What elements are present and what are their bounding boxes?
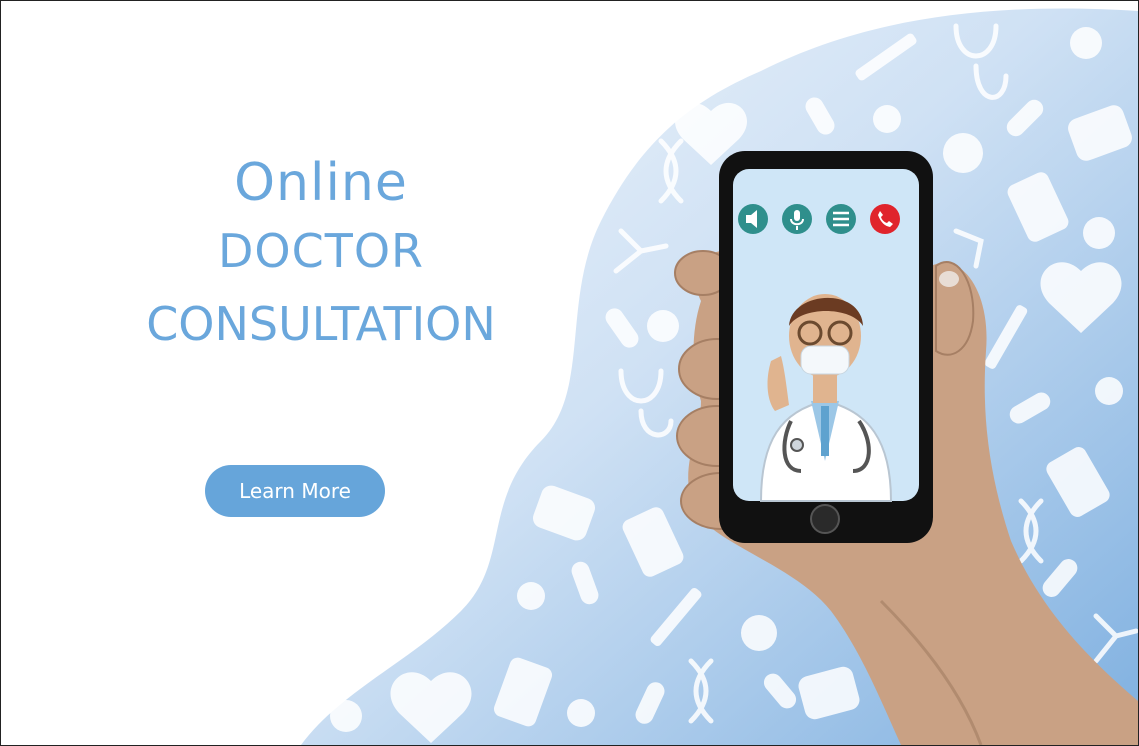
stethoscope-icon <box>953 23 1009 100</box>
speaker-button[interactable] <box>738 204 768 234</box>
first-aid-kit-icon <box>798 666 860 720</box>
tablet-icon <box>873 105 901 133</box>
learn-more-button[interactable]: Learn More <box>205 465 385 517</box>
tablet-icon <box>647 310 679 342</box>
medical-icon-pattern <box>330 23 1138 745</box>
tablet-icon <box>943 133 983 173</box>
hang-up-button[interactable] <box>870 204 900 234</box>
page: Online DOCTOR CONSULTATION Learn More <box>0 0 1139 746</box>
microphone-icon <box>794 210 800 221</box>
dna-icon <box>658 138 684 204</box>
pill-icon <box>1009 392 1051 424</box>
medicine-bottle-icon <box>622 507 684 577</box>
molecule-icon <box>953 228 984 269</box>
tablet-icon <box>567 699 595 727</box>
stethoscope-icon <box>618 368 674 438</box>
microphone-button[interactable] <box>782 204 812 234</box>
pill-icon <box>805 97 835 135</box>
tablet-icon <box>1083 217 1115 249</box>
hero-heading: Online DOCTOR CONSULTATION <box>61 151 581 361</box>
menu-button[interactable] <box>826 204 856 234</box>
syringe-icon <box>650 587 702 647</box>
hero-title-line-1: Online <box>234 153 408 213</box>
pill-icon <box>1042 559 1078 597</box>
hero-title-line-2: DOCTOR <box>217 224 424 278</box>
tablet-icon <box>1095 377 1123 405</box>
home-button <box>810 504 840 534</box>
medicine-bottle-icon <box>1046 447 1110 517</box>
medicine-bottle-icon <box>1007 172 1069 242</box>
tablet-icon <box>1070 27 1102 59</box>
pill-icon <box>763 673 797 709</box>
tablet-icon <box>517 582 545 610</box>
first-aid-kit-icon <box>532 485 596 541</box>
tablet-icon <box>741 615 777 651</box>
first-aid-kit-icon <box>1068 105 1132 161</box>
molecule-icon <box>613 228 669 274</box>
pill-icon <box>1006 99 1044 137</box>
syringe-icon <box>855 33 917 81</box>
heart-icon <box>1040 262 1122 333</box>
heart-icon <box>390 672 472 743</box>
pill-icon <box>635 682 665 724</box>
syringe-icon <box>984 305 1028 369</box>
dna-icon <box>1018 498 1044 564</box>
hero-title-line-3: CONSULTATION <box>146 297 496 351</box>
tablet-icon <box>330 700 362 732</box>
pill-icon <box>605 308 639 348</box>
medicine-bottle-icon <box>493 657 553 727</box>
molecule-icon <box>1093 613 1138 664</box>
dna-icon <box>688 658 714 724</box>
pill-icon <box>571 561 599 605</box>
